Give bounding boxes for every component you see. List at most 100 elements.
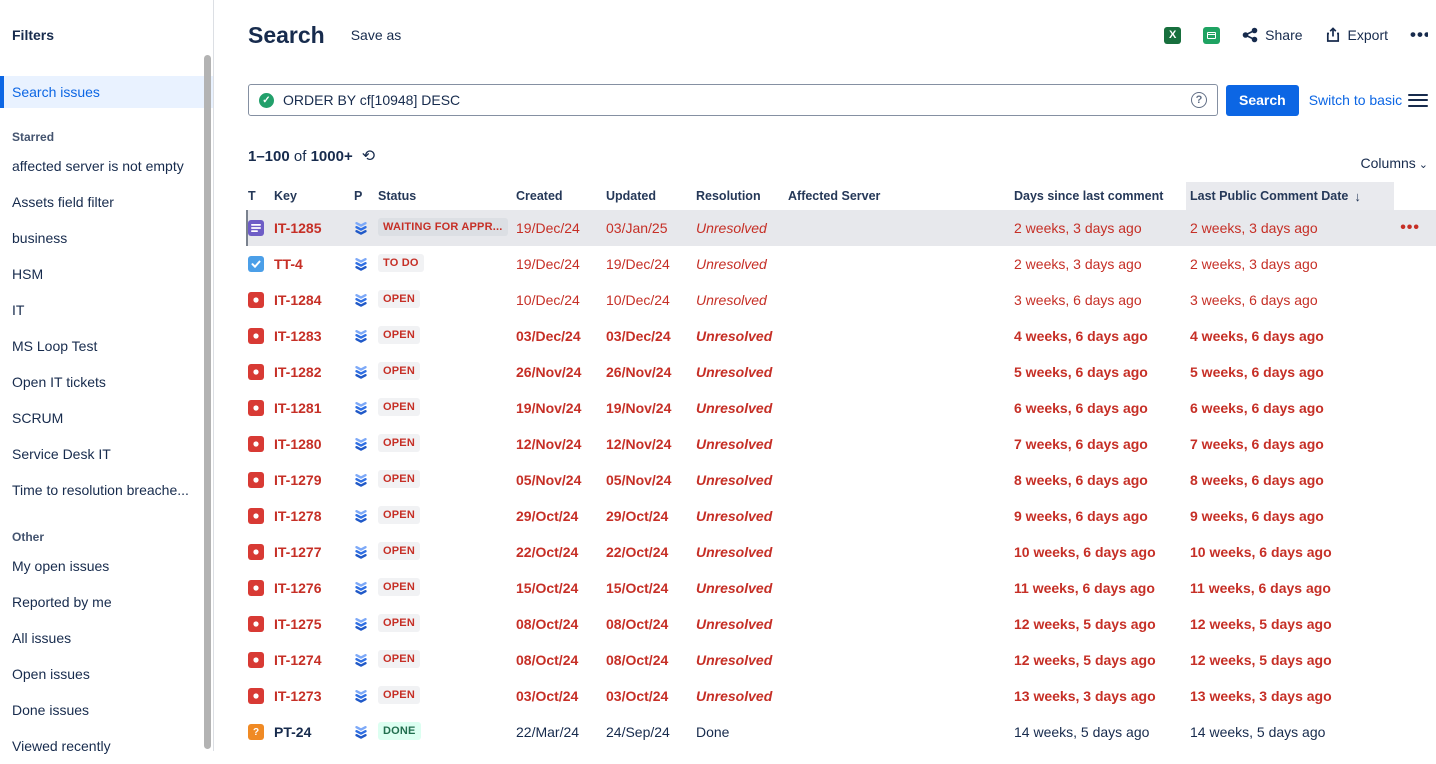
days-since-last-comment-value: 10 weeks, 6 days ago [1014, 544, 1156, 560]
column-header-key[interactable]: Key [274, 182, 354, 210]
sidebar-item-hsm[interactable]: HSM [0, 256, 213, 292]
issue-row-it-1276[interactable]: IT-1276 OPEN 15/Oct/24 15/Oct/24 Unresolved 1… [248, 570, 1436, 606]
search-options-menu-icon[interactable] [1408, 90, 1428, 110]
issue-key-link[interactable]: IT-1278 [274, 508, 354, 524]
priority-lowest-icon [354, 509, 378, 524]
issue-key-link[interactable]: PT-24 [274, 724, 354, 740]
last-public-comment-date-value: 8 weeks, 6 days ago [1190, 472, 1324, 488]
issue-row-it-1283[interactable]: IT-1283 OPEN 03/Dec/24 03/Dec/24 Unresolved 4… [248, 318, 1436, 354]
resolution-value: Unresolved [696, 400, 773, 416]
last-public-comment-date-value: 3 weeks, 6 days ago [1190, 292, 1318, 308]
resolution-value: Unresolved [696, 652, 773, 668]
column-header-status[interactable]: Status [378, 182, 516, 210]
issue-key-link[interactable]: IT-1276 [274, 580, 354, 596]
sidebar-item-viewed-recently[interactable]: Viewed recently [0, 728, 213, 764]
status-badge: OPEN [378, 505, 420, 524]
issue-row-it-1282[interactable]: IT-1282 OPEN 26/Nov/24 26/Nov/24 Unresolved 5… [248, 354, 1436, 390]
search-button[interactable]: Search [1226, 84, 1299, 116]
sidebar-item-affected-server-is-not-empty[interactable]: affected server is not empty [0, 148, 213, 184]
issue-key-link[interactable]: IT-1274 [274, 652, 354, 668]
more-actions-icon[interactable]: ••• [1410, 25, 1428, 45]
column-header-days-since-last-comment[interactable]: Days since last comment [1014, 182, 1190, 210]
column-header-created[interactable]: Created [516, 182, 606, 210]
issue-row-it-1285[interactable]: IT-1285 WAITING FOR APPR... 19/Dec/24 03/Ja… [246, 210, 1436, 246]
resolution-value: Unresolved [696, 688, 773, 704]
resolution-value: Unresolved [696, 328, 773, 344]
issue-row-it-1274[interactable]: IT-1274 OPEN 08/Oct/24 08/Oct/24 Unresolved 1… [248, 642, 1436, 678]
issue-row-pt-24[interactable]: ? PT-24 DONE 22/Mar/24 24/Sep/24 Done 14 weeks… [248, 714, 1436, 750]
status-badge: DONE [378, 721, 421, 740]
updated-date: 19/Nov/24 [606, 400, 672, 416]
resolution-value: Unresolved [696, 220, 767, 236]
incident-type-icon [248, 436, 264, 452]
updated-date: 15/Oct/24 [606, 580, 669, 596]
sidebar-item-service-desk-it[interactable]: Service Desk IT [0, 436, 213, 472]
created-date: 10/Dec/24 [516, 292, 580, 308]
issue-key-link[interactable]: IT-1282 [274, 364, 354, 380]
share-button[interactable]: Share [1242, 27, 1303, 43]
issue-row-it-1275[interactable]: IT-1275 OPEN 08/Oct/24 08/Oct/24 Unresolved 1… [248, 606, 1436, 642]
issue-row-it-1279[interactable]: IT-1279 OPEN 05/Nov/24 05/Nov/24 Unresolved 8… [248, 462, 1436, 498]
status-badge: OPEN [378, 361, 420, 380]
row-actions-icon[interactable]: ••• [1394, 219, 1436, 237]
column-header-last-public-comment-date[interactable]: Last Public Comment Date ↓ [1186, 182, 1394, 210]
issue-row-tt-4[interactable]: TT-4 TO DO 19/Dec/24 19/Dec/24 Unresolved 2 w… [248, 246, 1436, 282]
excel-export-icon[interactable]: X [1164, 26, 1182, 44]
created-date: 08/Oct/24 [516, 652, 579, 668]
issue-key-link[interactable]: IT-1275 [274, 616, 354, 632]
sidebar-item-business[interactable]: business [0, 220, 213, 256]
export-button[interactable]: Export [1325, 27, 1388, 43]
sidebar-item-all-issues[interactable]: All issues [0, 620, 213, 656]
issue-row-it-1273[interactable]: IT-1273 OPEN 03/Oct/24 03/Oct/24 Unresolved 1… [248, 678, 1436, 714]
issue-row-it-1284[interactable]: IT-1284 OPEN 10/Dec/24 10/Dec/24 Unresolved 3… [248, 282, 1436, 318]
sidebar-item-open-it-tickets[interactable]: Open IT tickets [0, 364, 213, 400]
chevron-down-icon: ⌄ [1418, 159, 1428, 171]
issue-row-it-1281[interactable]: IT-1281 OPEN 19/Nov/24 19/Nov/24 Unresolved 6… [248, 390, 1436, 426]
jql-help-icon[interactable]: ? [1191, 92, 1207, 108]
issue-key-link[interactable]: TT-4 [274, 256, 354, 272]
issue-row-it-1277[interactable]: IT-1277 OPEN 22/Oct/24 22/Oct/24 Unresolved 1… [248, 534, 1436, 570]
column-header-updated[interactable]: Updated [606, 182, 696, 210]
issue-key-link[interactable]: IT-1277 [274, 544, 354, 560]
created-date: 05/Nov/24 [516, 472, 582, 488]
sidebar-item-done-issues[interactable]: Done issues [0, 692, 213, 728]
updated-date: 26/Nov/24 [606, 364, 672, 380]
sidebar-item-scrum[interactable]: SCRUM [0, 400, 213, 436]
sidebar-item-reported-by-me[interactable]: Reported by me [0, 584, 213, 620]
issue-key-link[interactable]: IT-1284 [274, 292, 354, 308]
days-since-last-comment-value: 13 weeks, 3 days ago [1014, 688, 1156, 704]
columns-dropdown[interactable]: Columns ⌄ [1361, 155, 1428, 171]
sidebar-item-search-issues[interactable]: Search issues [0, 76, 213, 108]
sidebar-item-my-open-issues[interactable]: My open issues [0, 548, 213, 584]
column-header-resolution[interactable]: Resolution [696, 182, 788, 210]
sidebar-item-assets-field-filter[interactable]: Assets field filter [0, 184, 213, 220]
priority-lowest-icon [354, 617, 378, 632]
page-title: Search [248, 21, 325, 48]
column-header-affected-server[interactable]: Affected Server [788, 182, 1014, 210]
issue-key-link[interactable]: IT-1279 [274, 472, 354, 488]
share-icon [1242, 27, 1258, 43]
updated-date: 08/Oct/24 [606, 616, 669, 632]
issue-key-link[interactable]: IT-1283 [274, 328, 354, 344]
issue-key-link[interactable]: IT-1280 [274, 436, 354, 452]
issue-key-link[interactable]: IT-1281 [274, 400, 354, 416]
sidebar-item-open-issues[interactable]: Open issues [0, 656, 213, 692]
column-header-t[interactable]: T [248, 182, 274, 210]
sidebar-scrollbar[interactable] [204, 55, 211, 749]
issue-key-link[interactable]: IT-1273 [274, 688, 354, 704]
jql-search-input[interactable]: ✓ ORDER BY cf[10948] DESC ? [248, 84, 1218, 116]
issue-key-link[interactable]: IT-1285 [274, 220, 354, 236]
sidebar-item-time-to-resolution-breache[interactable]: Time to resolution breache... [0, 472, 213, 508]
column-header-p[interactable]: P [354, 182, 378, 210]
switch-to-basic-link[interactable]: Switch to basic [1309, 92, 1402, 108]
jql-query-text[interactable]: ORDER BY cf[10948] DESC [283, 92, 1182, 108]
refresh-icon[interactable]: ⟳ [362, 146, 375, 166]
updated-date: 05/Nov/24 [606, 472, 672, 488]
issue-row-it-1278[interactable]: IT-1278 OPEN 29/Oct/24 29/Oct/24 Unresolved 9… [248, 498, 1436, 534]
issue-row-it-1280[interactable]: IT-1280 OPEN 12/Nov/24 12/Nov/24 Unresolved 7… [248, 426, 1436, 462]
save-as-button[interactable]: Save as [351, 27, 402, 43]
sidebar-item-ms-loop-test[interactable]: MS Loop Test [0, 328, 213, 364]
google-sheets-export-icon[interactable] [1203, 26, 1221, 44]
priority-lowest-icon [354, 293, 378, 308]
sidebar-item-it[interactable]: IT [0, 292, 213, 328]
